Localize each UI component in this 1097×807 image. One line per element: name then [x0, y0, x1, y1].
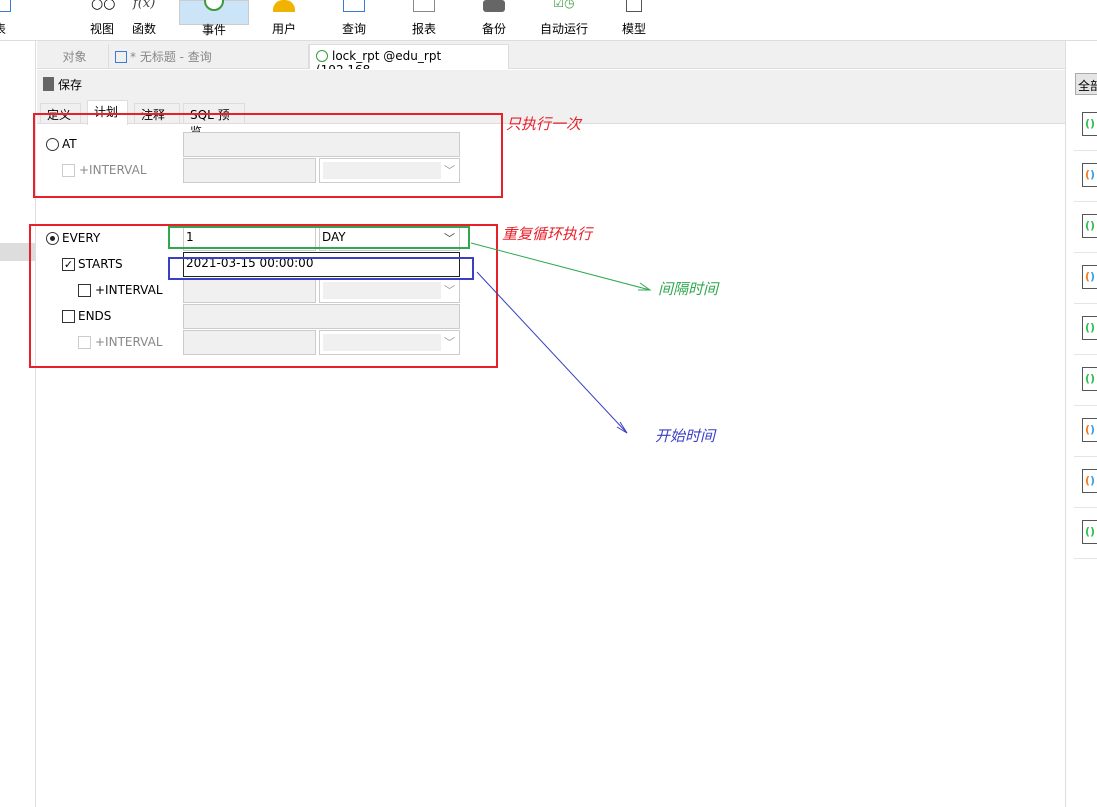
- event-file-icon: (): [1082, 316, 1097, 340]
- annotation-start-text: 开始时间: [655, 427, 716, 445]
- event-list-item[interactable]: (): [1074, 457, 1097, 508]
- right-panel: 全部 () () () () () () () () (): [1065, 41, 1097, 807]
- event-file-icon: (): [1082, 418, 1097, 442]
- event-list-item[interactable]: (): [1074, 100, 1097, 151]
- event-file-icon: (): [1082, 163, 1097, 187]
- event-list-item[interactable]: (): [1074, 355, 1097, 406]
- event-list-item[interactable]: (): [1074, 253, 1097, 304]
- event-file-icon: (): [1082, 367, 1097, 391]
- event-list-item[interactable]: (): [1074, 151, 1097, 202]
- event-file-icon: (): [1082, 520, 1097, 544]
- start-arrow: [476, 271, 628, 434]
- annotation-repeat-text: 重复循环执行: [502, 225, 593, 243]
- interval-arrow: [470, 242, 651, 291]
- event-file-icon: (): [1082, 469, 1097, 493]
- event-list-item[interactable]: (): [1074, 202, 1097, 253]
- all-filter-button[interactable]: 全部: [1075, 73, 1097, 95]
- interval-arrowhead: [638, 282, 652, 291]
- event-list-item[interactable]: (): [1074, 508, 1097, 559]
- event-file-icon: (): [1082, 214, 1097, 238]
- annotation-once-text: 只执行一次: [506, 115, 582, 133]
- annotation-interval-text: 间隔时间: [658, 280, 719, 298]
- event-list-item[interactable]: (): [1074, 304, 1097, 355]
- event-list-item[interactable]: (): [1074, 406, 1097, 457]
- event-file-icon: (): [1082, 112, 1097, 136]
- event-file-icon: (): [1082, 265, 1097, 289]
